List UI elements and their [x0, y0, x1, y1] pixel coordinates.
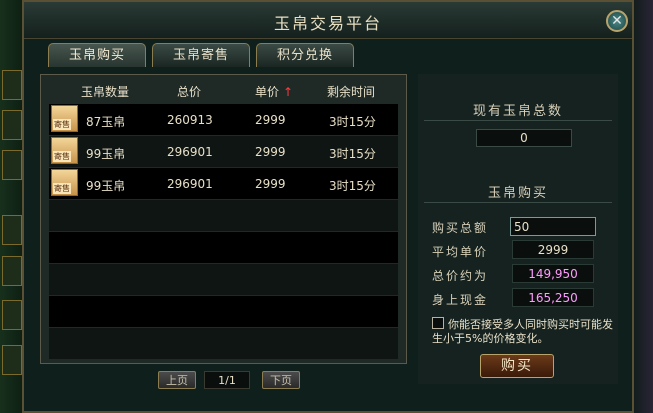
quantity-input[interactable]: [510, 217, 596, 236]
row-time: 3时15分: [329, 115, 376, 129]
price-change-agreement: 你能否接受多人同时购买时可能发生小于5%的价格变化。: [432, 317, 616, 346]
table-header: 玉帛数量 总价 单价 ↑ 剩余时间: [41, 75, 406, 103]
skill-slot[interactable]: [2, 300, 22, 330]
skill-slot[interactable]: [2, 345, 22, 375]
row-unit: 2999: [255, 113, 286, 127]
prev-page-button[interactable]: 上页: [158, 371, 196, 389]
row-quantity: 99玉帛: [86, 147, 126, 161]
row-time: 3时15分: [329, 179, 376, 193]
row-total: 296901: [167, 177, 213, 191]
consign-item-icon: 寄售: [51, 137, 78, 164]
header-quantity[interactable]: 玉帛数量: [81, 83, 129, 100]
game-background-right: [631, 0, 653, 413]
buy-section-title: 玉帛购买: [487, 186, 548, 201]
close-button[interactable]: ✕: [606, 10, 628, 32]
cash-value: 165,250: [512, 288, 594, 307]
total-price-label: 总价约为: [432, 269, 489, 283]
table-row-empty: [49, 296, 398, 327]
table-row[interactable]: 寄售 87玉帛 260913 2999 3时15分: [49, 104, 398, 135]
avg-price-label: 平均单价: [432, 245, 489, 259]
total-price-value: 149,950: [512, 264, 594, 283]
holdings-value: 0: [476, 129, 572, 147]
skill-slot[interactable]: [2, 70, 22, 100]
title-bar[interactable]: 玉帛交易平台 ✕: [24, 2, 632, 39]
holdings-title: 现有玉帛总数: [472, 104, 563, 119]
purchase-panel: 现有玉帛总数 0 玉帛购买 购买总额 平均单价 2999 总价约为 149,95…: [418, 74, 618, 384]
row-total: 296901: [167, 145, 213, 159]
table-row[interactable]: 寄售 99玉帛 296901 2999 3时15分: [49, 136, 398, 167]
skill-slot[interactable]: [2, 215, 22, 245]
header-time-left[interactable]: 剩余时间: [327, 83, 375, 100]
page-indicator: 1/1: [204, 371, 250, 389]
consign-tag: 寄售: [53, 183, 71, 194]
agree-checkbox[interactable]: [432, 317, 444, 329]
consign-tag: 寄售: [53, 151, 71, 162]
tab-consign[interactable]: 玉帛寄售: [152, 43, 250, 67]
consign-item-icon: 寄售: [51, 105, 78, 132]
skill-slot[interactable]: [2, 110, 22, 140]
quantity-label: 购买总额: [432, 221, 489, 235]
header-unit-price-label: 单价: [255, 85, 280, 99]
avg-price-value: 2999: [512, 240, 594, 259]
tab-points-exchange[interactable]: 积分兑换: [256, 43, 354, 67]
header-total-price[interactable]: 总价: [177, 83, 201, 100]
table-row-empty: [49, 328, 398, 359]
skill-slot[interactable]: [2, 256, 22, 286]
tab-buy[interactable]: 玉帛购买: [48, 43, 146, 67]
table-row-empty: [49, 264, 398, 295]
consign-tag: 寄售: [53, 119, 71, 130]
divider: [424, 120, 612, 121]
divider: [424, 202, 612, 203]
trade-window: 玉帛交易平台 ✕ 玉帛购买 玉帛寄售 积分兑换 玉帛数量 总价 单价 ↑ 剩余时间…: [22, 0, 634, 413]
table-row-empty: [49, 200, 398, 231]
skill-slot[interactable]: [2, 150, 22, 180]
listing-panel: 玉帛数量 总价 单价 ↑ 剩余时间 寄售 87玉帛 260913 2999 3时1…: [40, 74, 407, 364]
buy-button[interactable]: 购买: [480, 354, 554, 378]
table-row-empty: [49, 232, 398, 263]
row-unit: 2999: [255, 177, 286, 191]
table-row[interactable]: 寄售 99玉帛 296901 2999 3时15分: [49, 168, 398, 199]
sort-arrow-icon: ↑: [283, 85, 294, 99]
row-quantity: 99玉帛: [86, 179, 126, 193]
row-time: 3时15分: [329, 147, 376, 161]
listing-rows: 寄售 87玉帛 260913 2999 3时15分 寄售 99玉帛 296901…: [49, 104, 398, 360]
row-unit: 2999: [255, 145, 286, 159]
agree-text: 你能否接受多人同时购买时可能发生小于5%的价格变化。: [432, 318, 613, 345]
header-unit-price[interactable]: 单价 ↑: [255, 83, 293, 100]
window-title: 玉帛交易平台: [273, 14, 382, 33]
next-page-button[interactable]: 下页: [262, 371, 300, 389]
consign-item-icon: 寄售: [51, 169, 78, 196]
cash-label: 身上现金: [432, 293, 489, 307]
row-total: 260913: [167, 113, 213, 127]
row-quantity: 87玉帛: [86, 115, 126, 129]
close-icon: ✕: [611, 13, 623, 29]
